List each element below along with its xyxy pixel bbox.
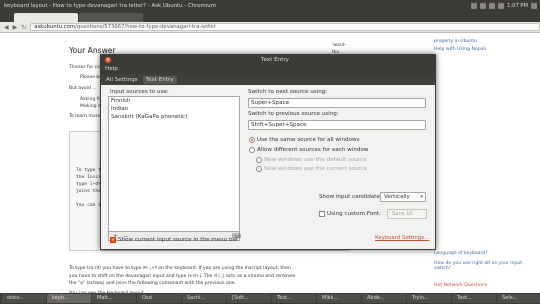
close-icon[interactable]: × — [105, 57, 111, 63]
taskbar-item[interactable]: Sele... — [497, 294, 540, 303]
taskbar-item[interactable]: Text... — [452, 294, 496, 303]
page-text-line: But avoid ... — [69, 86, 97, 91]
taskbar-item[interactable]: ossiv... — [2, 294, 46, 303]
answer-text-line: To type tra (त्र) you have to type त+्+र… — [69, 266, 291, 271]
checkbox-box — [319, 211, 325, 217]
taskbar-item[interactable]: Text... — [272, 294, 316, 303]
editor-line: You can s — [76, 203, 101, 208]
reload-icon[interactable]: ↻ — [21, 24, 26, 31]
back-icon[interactable]: ◀ — [4, 24, 9, 31]
top-panel: keyboard layout - How to type devanagari… — [0, 0, 540, 11]
radio-dot — [249, 137, 255, 143]
text-entry-dialog: × Text Entry Help All Settings Text Entr… — [100, 54, 436, 250]
list-item[interactable]: Indian — [109, 105, 239, 113]
url-host: askubuntu.com — [34, 24, 76, 30]
browser-tab[interactable] — [79, 13, 143, 22]
page-text-line: To learn more — [69, 114, 101, 119]
next-source-shortcut-field[interactable]: Super+Space — [248, 98, 426, 108]
radio-default-source-label: New windows use the default source — [264, 157, 367, 163]
prev-source-label: Switch to previous source using: — [248, 111, 339, 117]
dialog-title: Text Entry — [261, 57, 289, 63]
battery-icon[interactable] — [480, 2, 487, 9]
taskbar-item[interactable]: keyb... — [47, 294, 91, 303]
browser-toolbar: ◀ ▶ ↻ askubuntu.com/questions/573667/how… — [0, 22, 540, 33]
taskbar-item[interactable]: Mait... — [92, 294, 136, 303]
candidates-label: Show input candidates: — [319, 194, 385, 200]
page-text-line: Please be — [80, 75, 103, 80]
font-button[interactable]: Sans 10 — [387, 209, 427, 219]
custom-font-label: Using custom Font: — [327, 211, 381, 217]
next-source-label: Switch to next source using: — [248, 89, 328, 95]
related-link[interactable]: How do you use right alt as your input s… — [434, 261, 534, 271]
browser-tab-strip — [0, 11, 540, 22]
crumb-all-settings[interactable]: All Settings — [103, 76, 141, 84]
editor-line: type l+d+ — [76, 182, 101, 187]
radio-allow-different[interactable]: Allow different sources for each window — [249, 147, 368, 153]
radio-same-source[interactable]: Use the same source for all windows — [249, 137, 359, 143]
input-sources-list[interactable]: Finnish Indian Sanskrit (KaGaPa phonetic… — [108, 96, 240, 232]
hot-questions-heading[interactable]: Hot Network Questions — [434, 283, 487, 288]
sources-label: Input sources to use: — [110, 89, 169, 95]
taskbar-item[interactable]: Mikk... — [317, 294, 361, 303]
dialog-titlebar: × Text Entry — [101, 55, 435, 65]
volume-icon[interactable] — [489, 2, 496, 9]
page-text-line: Thanks for co — [69, 65, 101, 70]
radio-allow-different-label: Allow different sources for each window — [257, 147, 369, 153]
radio-current-source[interactable]: New windows use the current source — [256, 166, 367, 172]
taskbar-item[interactable]: Ossi — [137, 294, 181, 303]
power-icon[interactable] — [531, 2, 537, 9]
chevron-down-icon: ▾ — [420, 194, 423, 200]
show-current-source-checkbox[interactable]: ✓ Show current input source in the menu … — [110, 237, 238, 243]
list-item[interactable]: Finnish — [109, 97, 239, 105]
menu-help[interactable]: Help — [105, 66, 118, 72]
crumb-text-entry[interactable]: Text Entry — [142, 75, 177, 84]
radio-same-source-label: Use the same source for all windows — [257, 137, 360, 143]
taskbar: ossiv... keyb... Mait... Ossi Sachi... [… — [0, 293, 540, 304]
radio-dot — [256, 166, 262, 172]
breadcrumb: All Settings Text Entry — [101, 74, 435, 85]
url-path: /questions/573667/how-to-type-devanagari… — [75, 24, 216, 30]
related-link[interactable]: Language of keyboard? — [434, 251, 488, 256]
answer-text-line: you have to shift on the devanagari inpu… — [69, 274, 296, 279]
related-link[interactable]: Help with Using Nepali — [434, 47, 486, 52]
radio-dot — [249, 147, 255, 153]
clock[interactable]: 1:07 PM — [507, 3, 528, 9]
taskbar-item[interactable]: Abde... — [362, 294, 406, 303]
taskbar-item[interactable]: Sachi... — [182, 294, 226, 303]
page-text-line: Asking fo — [80, 97, 102, 102]
list-item[interactable]: Sanskrit (KaGaPa phonetic) — [109, 113, 239, 121]
radio-default-source[interactable]: New windows use the default source — [256, 157, 367, 163]
editor-line: the Inscr — [76, 175, 101, 180]
browser-tab[interactable] — [14, 13, 78, 22]
window-title: keyboard layout - How to type devanagari… — [4, 2, 216, 9]
taskbar-item[interactable]: [Soft... — [227, 294, 271, 303]
answer-text-line: the "a" (schwa) and joins the following … — [69, 281, 236, 286]
candidates-dropdown[interactable]: Vertically ▾ — [380, 192, 426, 202]
candidates-value: Vertically — [384, 194, 410, 200]
show-current-source-label: Show current input source in the menu ba… — [118, 237, 239, 243]
forward-icon[interactable]: ▶ — [13, 24, 18, 31]
related-link[interactable]: properly in Ubuntu — [434, 39, 477, 44]
network-icon[interactable] — [471, 2, 478, 9]
taskbar-item[interactable]: Tryin... — [407, 294, 451, 303]
system-tray: 1:07 PM — [471, 2, 540, 9]
custom-font-checkbox[interactable]: Using custom Font: — [319, 211, 381, 217]
keyboard-settings-link[interactable]: Keyboard Settings... — [375, 235, 429, 241]
editor-line: To type t — [76, 168, 101, 173]
radio-current-source-label: New windows use the current source — [264, 166, 368, 172]
address-bar[interactable]: askubuntu.com/questions/573667/how-to-ty… — [30, 23, 540, 31]
mail-icon[interactable] — [498, 2, 505, 9]
checkbox-box: ✓ — [110, 237, 116, 243]
side-tag: 'ward- — [332, 43, 347, 48]
page-text-line: Making s — [80, 104, 101, 109]
dialog-menubar: Help — [101, 65, 435, 74]
editor-line: joins the — [76, 189, 101, 194]
prev-source-shortcut-field[interactable]: Shift+Super+Space — [248, 120, 426, 130]
radio-dot — [256, 157, 262, 163]
